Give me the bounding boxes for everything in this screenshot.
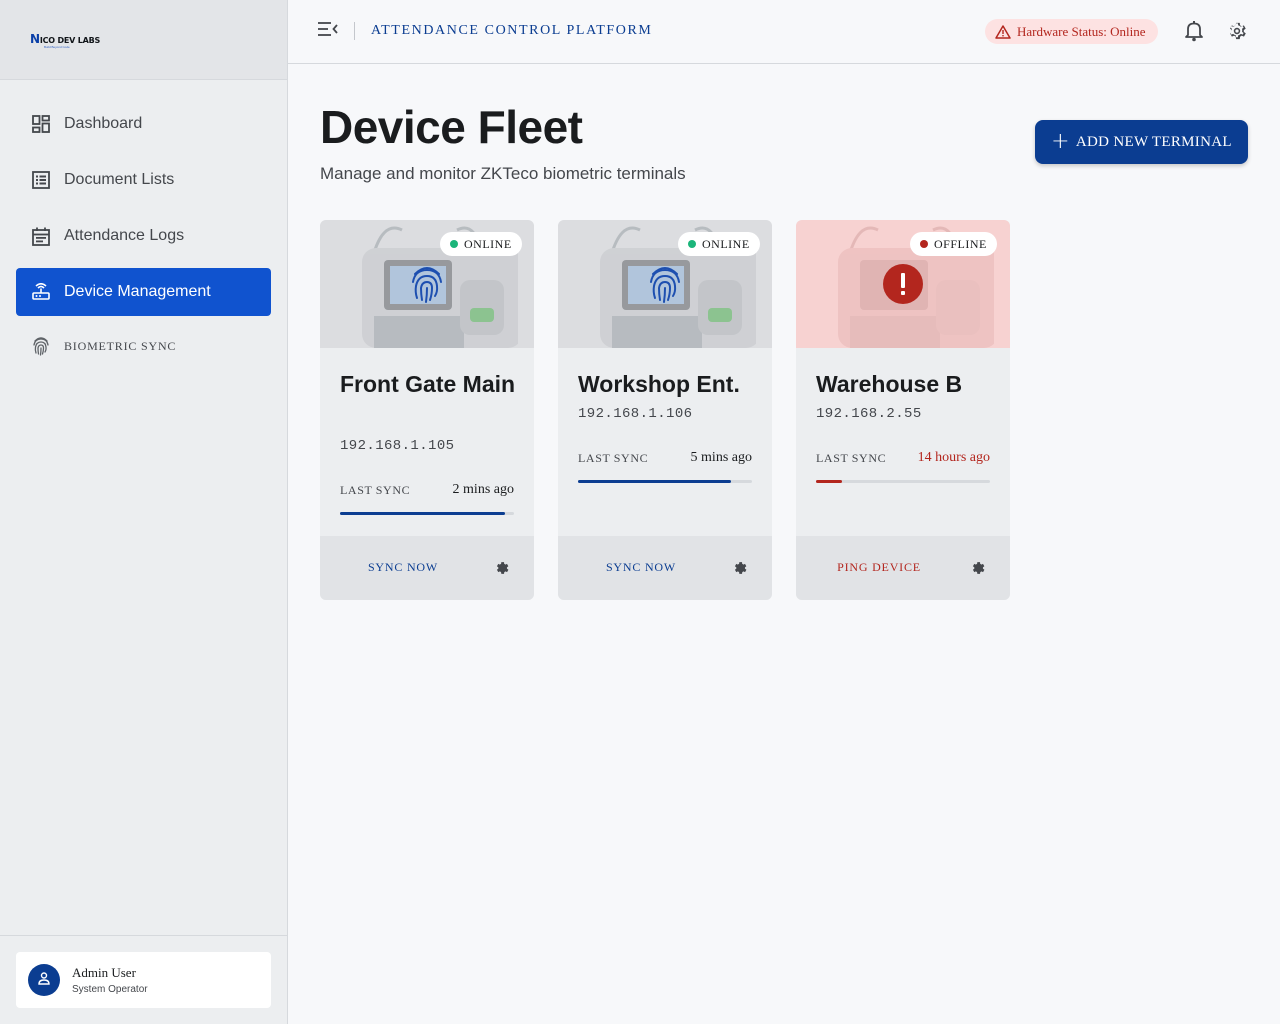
sidebar-item-label: Attendance Logs: [64, 227, 185, 244]
device-image: OFFLINE: [796, 220, 1010, 348]
fingerprint-icon: [645, 264, 685, 304]
last-sync-label: LAST SYNC: [578, 451, 649, 465]
device-name: Front Gate Main: [340, 371, 516, 397]
hardware-status-badge[interactable]: Hardware Status: Online: [985, 19, 1158, 44]
sync-progress-bar: [340, 512, 514, 515]
sidebar-item-label: BIOMETRIC SYNC: [64, 338, 177, 353]
last-sync-label: LAST SYNC: [340, 483, 411, 497]
person-icon: [37, 971, 51, 990]
status-badge: ONLINE: [440, 232, 522, 256]
device-ip: 192.168.1.106: [578, 406, 693, 422]
fingerprint-icon: [407, 264, 447, 304]
device-ip: 192.168.1.105: [340, 438, 455, 454]
header-divider: [354, 22, 355, 40]
sidebar-item-label: Dashboard: [64, 115, 143, 132]
page-header-title: ATTENDANCE CONTROL PLATFORM: [371, 23, 653, 38]
sidebar-item-biometric-sync[interactable]: BIOMETRIC SYNC: [16, 324, 271, 368]
card-footer: PING DEVICE: [796, 536, 1010, 600]
fingerprint-icon: [32, 337, 50, 356]
sidebar-item-label: Document Lists: [64, 171, 175, 188]
user-card[interactable]: Admin User System Operator: [16, 952, 271, 1008]
online-dot-icon: [688, 240, 696, 248]
menu-collapse-icon[interactable]: [318, 22, 340, 42]
last-sync-value: 2 mins ago: [452, 482, 514, 497]
card-footer: SYNC NOW: [320, 536, 534, 600]
last-sync-value: 5 mins ago: [690, 450, 752, 465]
plus-icon: +: [1051, 129, 1070, 154]
sidebar: NICO DEV LABS Build Beyond Code Dashboar…: [0, 0, 288, 1024]
online-dot-icon: [450, 240, 458, 248]
sync-progress-bar: [816, 480, 990, 483]
user-name: Admin User: [72, 965, 136, 980]
device-name: Workshop Ent.: [578, 371, 740, 397]
logo[interactable]: NICO DEV LABS Build Beyond Code: [30, 32, 100, 49]
device-settings-icon[interactable]: [494, 560, 510, 581]
sync-progress-fill: [340, 512, 506, 515]
last-sync-label: LAST SYNC: [816, 451, 887, 465]
device-image: ONLINE: [558, 220, 772, 348]
router-icon: [32, 283, 50, 301]
device-name: Warehouse B: [816, 371, 963, 397]
page-subtitle: Manage and monitor ZKTeco biometric term…: [320, 164, 686, 183]
sync-progress-fill: [816, 480, 843, 483]
sync-now-button[interactable]: SYNC NOW: [578, 560, 704, 575]
sync-now-button[interactable]: SYNC NOW: [340, 560, 466, 575]
device-card[interactable]: ONLINE Front Gate Main 192.168.1.105 LAS…: [320, 220, 534, 600]
sidebar-item-label: Device Management: [64, 283, 211, 300]
top-header: ATTENDANCE CONTROL PLATFORM Hardware Sta…: [288, 0, 1280, 64]
warning-icon: [995, 24, 1011, 39]
card-footer: SYNC NOW: [558, 536, 772, 600]
status-badge: ONLINE: [678, 232, 760, 256]
settings-gear-icon[interactable]: [1226, 20, 1248, 47]
sidebar-item-device-management[interactable]: Device Management: [16, 268, 271, 316]
notification-bell-icon[interactable]: [1184, 20, 1204, 47]
logo-area: NICO DEV LABS Build Beyond Code: [0, 0, 287, 80]
avatar: [28, 964, 60, 996]
list-icon: [32, 171, 50, 189]
status-badge: OFFLINE: [910, 232, 997, 256]
offline-dot-icon: [920, 240, 928, 248]
dashboard-icon: [32, 115, 50, 133]
add-new-terminal-button[interactable]: + ADD NEW TERMINAL: [1035, 120, 1248, 164]
sync-progress-fill: [578, 480, 732, 483]
sidebar-item-attendance-logs[interactable]: Attendance Logs: [16, 212, 271, 260]
error-icon: [883, 264, 923, 304]
device-settings-icon[interactable]: [732, 560, 748, 581]
sidebar-item-document-lists[interactable]: Document Lists: [16, 156, 271, 204]
ping-device-button[interactable]: PING DEVICE: [816, 560, 942, 575]
device-ip: 192.168.2.55: [816, 406, 922, 422]
device-card[interactable]: OFFLINE Warehouse B 192.168.2.55 LAST SY…: [796, 220, 1010, 600]
sidebar-item-dashboard[interactable]: Dashboard: [16, 100, 271, 148]
last-sync-value: 14 hours ago: [917, 450, 990, 465]
sidebar-nav: Dashboard Document Lists Attendance Logs…: [16, 100, 271, 376]
device-image: ONLINE: [320, 220, 534, 348]
device-settings-icon[interactable]: [970, 560, 986, 581]
calendar-icon: [32, 227, 50, 246]
device-card[interactable]: ONLINE Workshop Ent. 192.168.1.106 LAST …: [558, 220, 772, 600]
sync-progress-bar: [578, 480, 752, 483]
user-area: Admin User System Operator: [0, 935, 287, 1024]
user-role: System Operator: [72, 984, 148, 995]
page-title: Device Fleet: [320, 101, 583, 153]
